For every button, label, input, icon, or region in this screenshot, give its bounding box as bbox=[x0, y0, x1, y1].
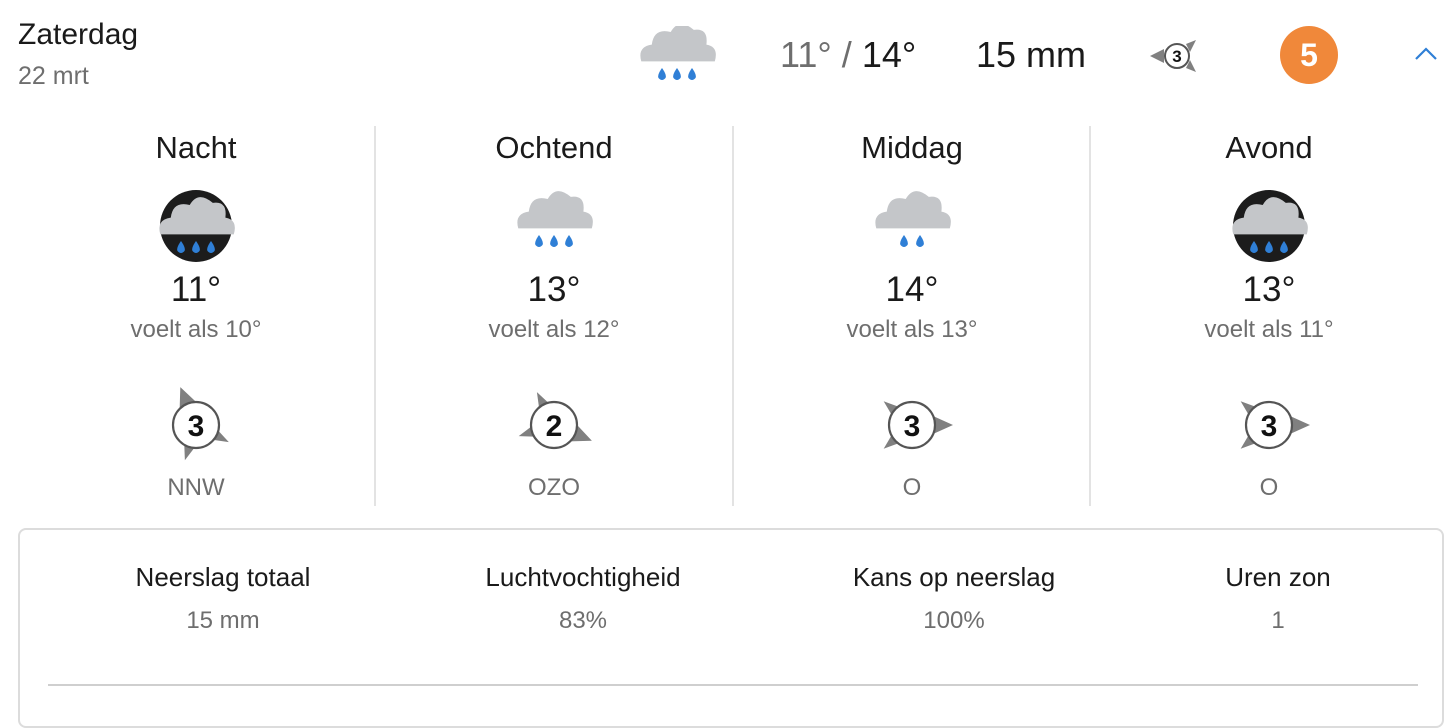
wind-direction-icon: 3 bbox=[883, 400, 953, 450]
detail-value: 1 bbox=[1271, 607, 1285, 634]
daypart-feels-like: voelt als 10° bbox=[130, 316, 262, 343]
wind-direction-label: NNW bbox=[167, 474, 225, 501]
wind-force-value: 3 bbox=[1172, 47, 1181, 66]
wind-direction-label: O bbox=[1259, 474, 1279, 501]
daypart-avond: Avond 13° voelt als 11° 3 O bbox=[1091, 126, 1447, 506]
rain-cloud-icon bbox=[640, 26, 716, 80]
daypart-nacht: Nacht 11° voelt als 10° 3 NNW bbox=[18, 126, 374, 506]
temperature-range: 11° / 14° bbox=[780, 34, 916, 76]
wind-direction-icon: 2 bbox=[518, 392, 592, 450]
wind-direction-icon: 3 bbox=[1150, 40, 1196, 72]
temp-separator: / bbox=[841, 34, 852, 75]
beaufort-badge: 5 bbox=[1280, 26, 1338, 84]
daypart-temperature: 14° bbox=[885, 270, 939, 309]
detail-label: Luchtvochtigheid bbox=[485, 562, 681, 592]
rain-cloud-icon bbox=[517, 191, 593, 247]
wind-force-value: 3 bbox=[1261, 410, 1278, 443]
detail-label: Kans op neerslag bbox=[852, 562, 1056, 592]
wind-direction-icon: 3 bbox=[171, 387, 229, 461]
daypart-temperature: 11° bbox=[170, 270, 222, 309]
detail-label: Neerslag totaal bbox=[135, 562, 311, 592]
daypart-title: Nacht bbox=[155, 130, 237, 165]
temp-high: 14° bbox=[861, 34, 917, 75]
detail-stat: Uren zon 1 bbox=[1118, 562, 1438, 635]
daypart-temperature: 13° bbox=[1242, 270, 1296, 309]
wind-force-value: 3 bbox=[188, 410, 205, 443]
night-rain-icon bbox=[159, 190, 235, 262]
night-rain-icon bbox=[1232, 190, 1308, 262]
day-date: 22 mrt bbox=[18, 62, 89, 90]
rain-cloud-icon bbox=[875, 191, 951, 247]
wind-direction-icon: 3 bbox=[1240, 400, 1310, 450]
precipitation-total: 15 mm bbox=[976, 34, 1087, 75]
detail-stat: Neerslag totaal 15 mm bbox=[63, 562, 383, 635]
detail-stat: Luchtvochtigheid 83% bbox=[423, 562, 743, 635]
daypart-title: Avond bbox=[1225, 130, 1313, 165]
wind-direction-label: O bbox=[902, 474, 922, 501]
daypart-feels-like: voelt als 13° bbox=[846, 316, 978, 343]
wind-direction-label: OZO bbox=[528, 474, 580, 501]
temp-low: 11° bbox=[780, 34, 832, 75]
daypart-feels-like: voelt als 11° bbox=[1204, 316, 1334, 343]
detail-value: 100% bbox=[923, 607, 985, 634]
daypart-title: Middag bbox=[861, 130, 963, 165]
detail-stat: Kans op neerslag 100% bbox=[794, 562, 1114, 635]
details-divider bbox=[48, 684, 1418, 686]
detail-value: 15 mm bbox=[186, 607, 260, 634]
daypart-title: Ochtend bbox=[495, 130, 613, 165]
daypart-temperature: 13° bbox=[527, 270, 581, 309]
daypart-ochtend: Ochtend 13° voelt als 12° 2 OZO bbox=[376, 126, 732, 506]
chevron-up-icon[interactable] bbox=[1412, 42, 1440, 66]
day-name: Zaterdag bbox=[18, 18, 139, 51]
detail-label: Uren zon bbox=[1225, 562, 1331, 592]
detail-value: 83% bbox=[558, 607, 608, 634]
wind-force-value: 2 bbox=[546, 410, 563, 443]
wind-force-value: 3 bbox=[904, 410, 921, 443]
daypart-middag: Middag 14° voelt als 13° 3 O bbox=[734, 126, 1090, 506]
daypart-feels-like: voelt als 12° bbox=[488, 316, 620, 343]
